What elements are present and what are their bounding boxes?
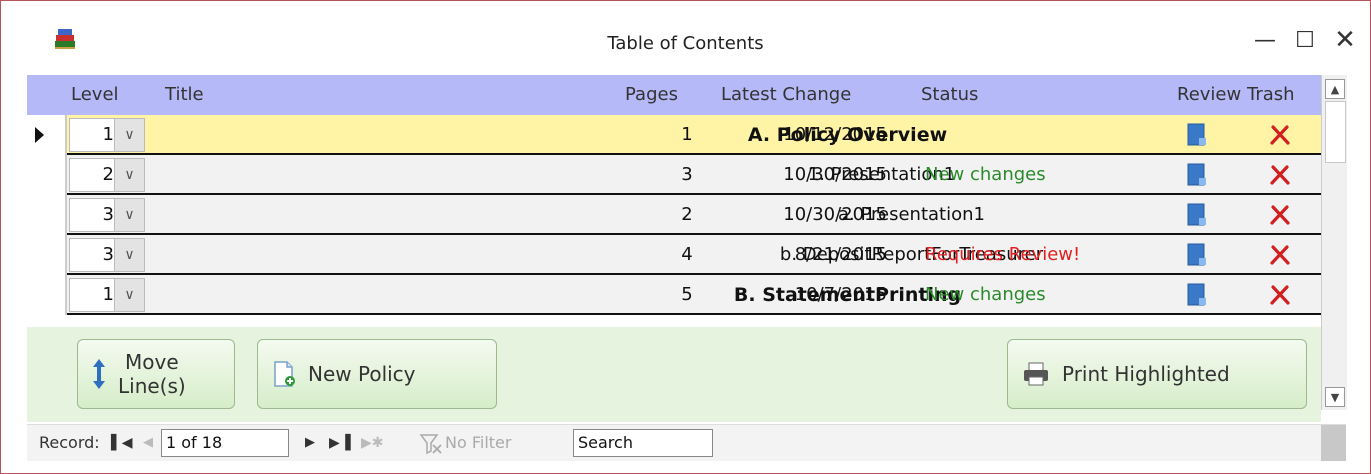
chevron-down-icon[interactable]: ∨ <box>114 279 144 311</box>
scrollbar-thumb[interactable] <box>1325 101 1346 163</box>
table-row[interactable]: 3 ∨ a. Presentation1 2 10/30/2015 <box>27 195 1321 235</box>
window-title: Table of Contents <box>607 33 764 54</box>
new-policy-button[interactable]: New Policy <box>257 339 497 409</box>
level-dropdown[interactable]: 2 ∨ <box>69 158 145 192</box>
maximize-button[interactable]: ☐ <box>1285 23 1325 57</box>
row-status: New changes <box>925 164 1046 185</box>
vertical-scrollbar[interactable]: ▲ ▼ <box>1321 75 1347 410</box>
move-lines-button[interactable]: Move Line(s) <box>77 339 235 409</box>
chevron-down-icon[interactable]: ∨ <box>114 199 144 231</box>
minimize-button[interactable]: — <box>1245 23 1285 57</box>
table-row[interactable]: 1 ∨ B. StatementPrinting 5 10/7/2015 New … <box>27 275 1321 315</box>
search-input[interactable]: Search <box>573 429 713 457</box>
review-document-icon[interactable] <box>1187 243 1207 267</box>
form-footer: Move Line(s) New Policy Print Highlighte… <box>27 327 1321 422</box>
level-dropdown[interactable]: 3 ∨ <box>69 198 145 232</box>
record-selector[interactable] <box>27 115 67 155</box>
new-record-icon[interactable]: ▶✱ <box>361 425 384 461</box>
no-filter-label: No Filter <box>445 433 512 452</box>
level-value: 3 <box>102 204 114 225</box>
move-lines-label: Move Line(s) <box>118 350 186 398</box>
review-document-icon[interactable] <box>1187 283 1207 307</box>
level-value: 3 <box>102 244 114 265</box>
level-dropdown[interactable]: 3 ∨ <box>69 238 145 272</box>
last-record-icon[interactable]: ▶▐ <box>329 425 351 461</box>
table-row[interactable]: 2 ∨ 1. Presentation1 3 10/30/2015 New cha… <box>27 155 1321 195</box>
chevron-down-icon[interactable]: ∨ <box>114 239 144 271</box>
next-record-icon[interactable]: ▶ <box>305 425 315 461</box>
print-highlighted-button[interactable]: Print Highlighted <box>1007 339 1307 409</box>
level-dropdown[interactable]: 1 ∨ <box>69 118 145 152</box>
nav-bar-corner <box>1321 425 1346 461</box>
current-record-arrow-icon <box>35 127 44 143</box>
level-value: 2 <box>102 164 114 185</box>
review-document-icon[interactable] <box>1187 123 1207 147</box>
move-lines-label-line1: Move <box>125 350 179 374</box>
record-selector[interactable] <box>27 195 67 235</box>
previous-record-icon[interactable]: ◀ <box>143 425 153 461</box>
close-button[interactable]: ✕ <box>1325 23 1365 57</box>
column-header-status[interactable]: Status <box>921 75 978 115</box>
scroll-up-arrow-icon[interactable]: ▲ <box>1325 79 1345 99</box>
level-dropdown[interactable]: 1 ∨ <box>69 278 145 312</box>
record-selector[interactable] <box>27 155 67 195</box>
row-status: Requires Review! <box>925 244 1081 265</box>
column-header-review[interactable]: Review <box>1177 75 1241 115</box>
column-header-trash[interactable]: Trash <box>1247 75 1295 115</box>
row-latest-change: 10/30/2015 <box>783 164 887 185</box>
record-selector[interactable] <box>27 235 67 275</box>
delete-x-icon[interactable] <box>1269 164 1291 186</box>
up-down-arrow-icon <box>93 359 105 389</box>
review-document-icon[interactable] <box>1187 163 1207 187</box>
column-header-pages[interactable]: Pages <box>625 75 678 115</box>
record-selector[interactable] <box>27 275 67 315</box>
record-navigation-bar: Record: ▌◀ ◀ 1 of 18 ▶ ▶▐ ▶✱ No Filter S… <box>27 424 1346 461</box>
no-filter-icon[interactable] <box>419 433 443 455</box>
move-lines-label-line2: Line(s) <box>118 374 186 398</box>
table-row[interactable]: 3 ∨ b. DepositReportForTreasurer 4 8/21/2… <box>27 235 1321 275</box>
row-latest-change: 10/12/2015 <box>783 124 887 145</box>
level-value: 1 <box>102 284 114 305</box>
row-latest-change: 10/7/2015 <box>794 284 887 305</box>
delete-x-icon[interactable] <box>1269 124 1291 146</box>
column-header-latest-change[interactable]: Latest Change <box>721 75 851 115</box>
print-highlighted-label: Print Highlighted <box>1062 362 1230 386</box>
table-row[interactable]: 1 ∨ A. Policy Overview 1 10/12/2015 <box>27 115 1321 155</box>
toc-grid: Level Title Pages Latest Change Status R… <box>27 75 1347 410</box>
scroll-down-arrow-icon[interactable]: ▼ <box>1325 387 1345 407</box>
delete-x-icon[interactable] <box>1269 244 1291 266</box>
window: Table of Contents — ☐ ✕ Level Title Page… <box>0 0 1371 474</box>
row-status: New changes <box>925 284 1046 305</box>
level-value: 1 <box>102 124 114 145</box>
column-header-title[interactable]: Title <box>165 75 204 115</box>
column-header-level[interactable]: Level <box>71 75 119 115</box>
delete-x-icon[interactable] <box>1269 204 1291 226</box>
grid-header: Level Title Pages Latest Change Status R… <box>27 75 1321 115</box>
review-document-icon[interactable] <box>1187 203 1207 227</box>
row-latest-change: 8/21/2015 <box>794 244 887 265</box>
title-bar: Table of Contents — ☐ ✕ <box>1 1 1370 65</box>
chevron-down-icon[interactable]: ∨ <box>114 159 144 191</box>
record-label: Record: <box>39 433 100 452</box>
new-policy-label: New Policy <box>308 362 416 386</box>
row-latest-change: 10/30/2015 <box>783 204 887 225</box>
delete-x-icon[interactable] <box>1269 284 1291 306</box>
chevron-down-icon[interactable]: ∨ <box>114 119 144 151</box>
printer-icon <box>1024 362 1048 386</box>
new-document-icon <box>274 361 295 387</box>
first-record-icon[interactable]: ▌◀ <box>111 425 133 461</box>
current-record-field[interactable]: 1 of 18 <box>161 429 289 457</box>
